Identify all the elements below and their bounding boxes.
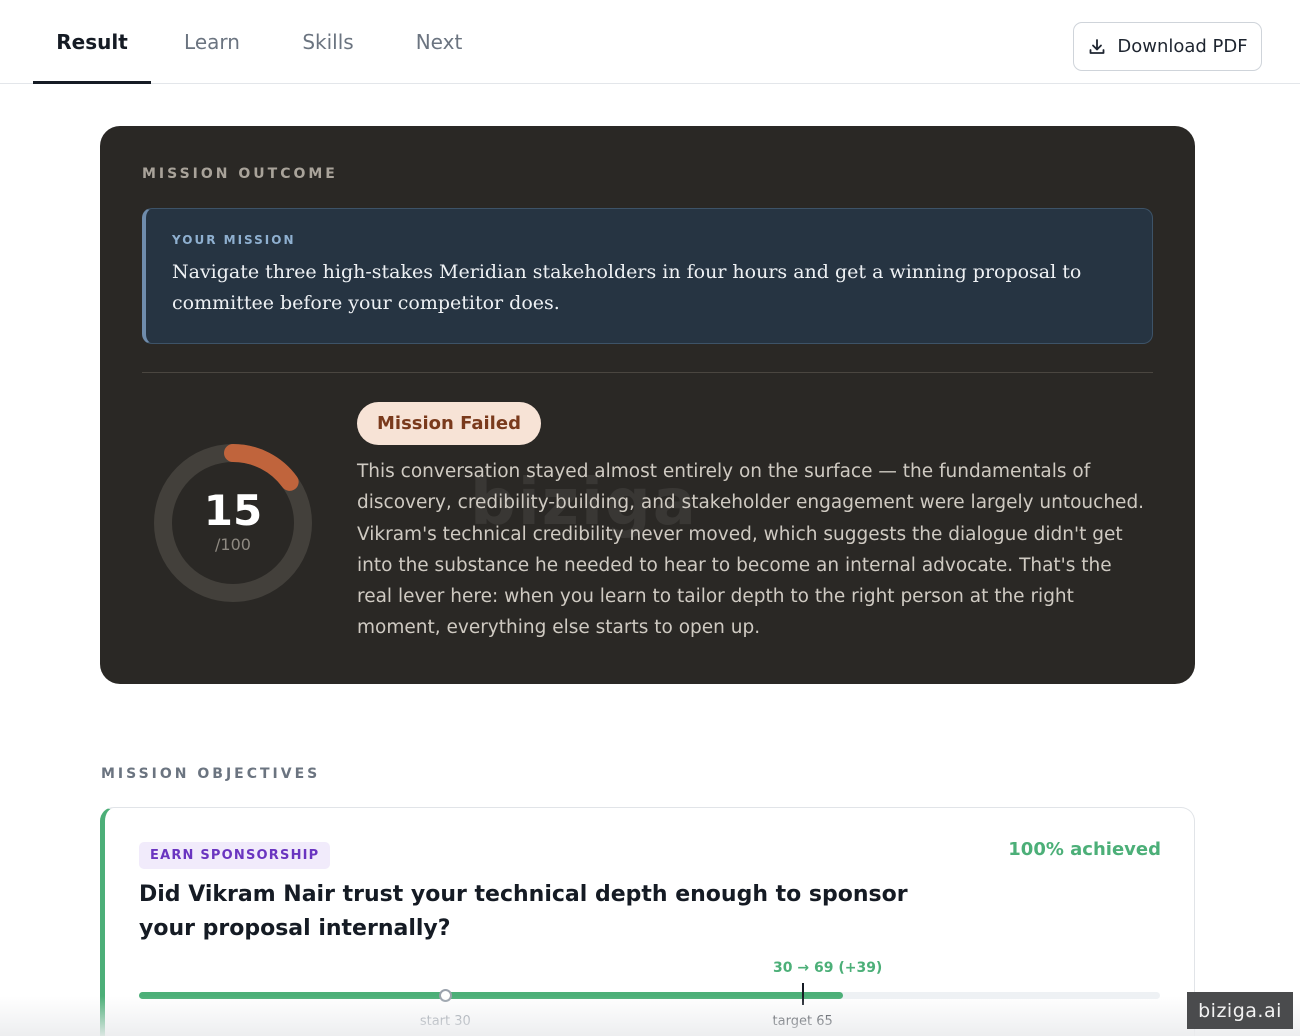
- your-mission-box: YOUR MISSION Navigate three high-stakes …: [142, 208, 1153, 344]
- tab-list: Result Learn Skills Next: [33, 0, 494, 84]
- objective-progress-fill: [139, 992, 844, 999]
- objective-question: Did Vikram Nair trust your technical dep…: [139, 882, 908, 941]
- objective-score-delta: 30 → 69 (+39): [773, 960, 883, 976]
- tab-skills[interactable]: Skills: [272, 0, 384, 84]
- outcome-divider: [142, 372, 1153, 373]
- mission-outcome-card: MISSION OUTCOME YOUR MISSION Navigate th…: [100, 126, 1195, 684]
- tab-next[interactable]: Next: [384, 0, 494, 84]
- top-tab-bar: Result Learn Skills Next Download PDF: [0, 0, 1300, 84]
- objective-progress-track: [139, 983, 1160, 1005]
- target-label: target 65: [772, 1014, 833, 1029]
- objective-tag: EARN SPONSORSHIP: [139, 842, 331, 869]
- score-value: 15: [203, 486, 263, 535]
- start-label: start 30: [419, 1014, 471, 1029]
- mission-text: Navigate three high-stakes Meridian stak…: [172, 261, 1082, 314]
- score-max: /100: [215, 535, 251, 554]
- mission-outcome-heading: MISSION OUTCOME: [142, 166, 338, 182]
- biziga-brand-badge: biziga.ai: [1187, 992, 1293, 1029]
- target-marker: [801, 983, 804, 1005]
- start-marker: [439, 989, 453, 1002]
- tab-result[interactable]: Result: [33, 0, 151, 84]
- objective-card: EARN SPONSORSHIP 100% achieved Did Vikra…: [100, 807, 1195, 1036]
- status-badge: Mission Failed: [357, 402, 541, 445]
- objective-achieved: 100% achieved: [1008, 839, 1161, 860]
- outcome-summary: This conversation stayed almost entirely…: [357, 461, 1145, 639]
- your-mission-label: YOUR MISSION: [172, 233, 296, 247]
- download-icon: [1089, 38, 1105, 54]
- tab-learn[interactable]: Learn: [152, 0, 272, 84]
- mission-objectives-heading: MISSION OBJECTIVES: [101, 766, 321, 782]
- download-pdf-button[interactable]: Download PDF: [1073, 22, 1262, 71]
- download-pdf-label: Download PDF: [1117, 36, 1248, 57]
